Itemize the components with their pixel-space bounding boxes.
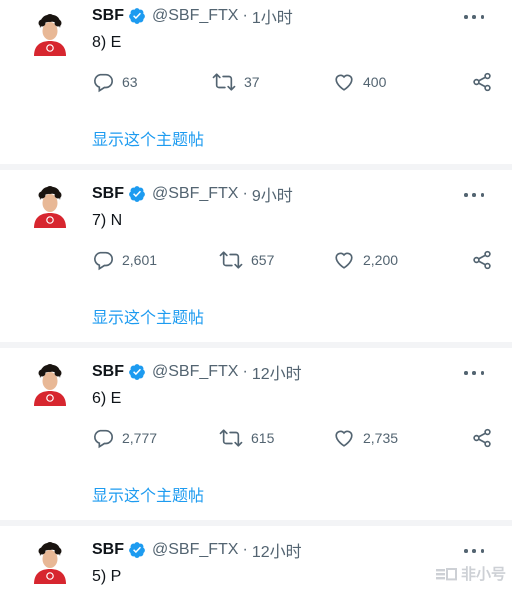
reply-button[interactable]: 63 (92, 71, 138, 93)
verified-badge-icon (128, 185, 146, 203)
verified-badge-icon (128, 7, 146, 25)
share-icon[interactable] (471, 427, 493, 454)
timestamp[interactable]: 12小时 (252, 360, 302, 384)
avatar[interactable] (30, 12, 70, 56)
tweet[interactable]: SBF @SBF_FTX · 9小时 7) N 2,601 657 2,200 (0, 170, 512, 342)
separator-dot: · (242, 7, 248, 24)
show-thread-link[interactable]: 显示这个主题帖 (92, 126, 204, 150)
action-bar: 2,777 615 2,735 (92, 427, 492, 449)
timestamp[interactable]: 9小时 (252, 182, 293, 206)
display-name[interactable]: SBF (92, 363, 124, 381)
display-name[interactable]: SBF (92, 541, 124, 559)
avatar-image (30, 12, 70, 56)
avatar-image (30, 362, 70, 406)
tweet-text: 5) P (92, 568, 122, 585)
share-icon[interactable] (471, 249, 493, 276)
reply-count: 2,601 (122, 252, 158, 268)
tweet-header: SBF @SBF_FTX · 12小时 (92, 361, 302, 383)
tweet[interactable]: SBF @SBF_FTX · 12小时 6) E 2,777 615 2,735 (0, 348, 512, 520)
share-icon[interactable] (471, 71, 493, 98)
retweet-count: 37 (244, 74, 260, 90)
retweet-button[interactable]: 615 (219, 427, 274, 449)
reply-count: 63 (122, 74, 138, 90)
watermark-logo-icon (435, 567, 457, 580)
avatar[interactable] (30, 540, 70, 584)
like-button[interactable]: 400 (333, 71, 386, 93)
retweet-count: 657 (251, 252, 275, 268)
reply-count: 2,777 (122, 430, 158, 446)
separator-dot: · (242, 541, 248, 558)
tweet-text: 7) N (92, 212, 123, 229)
verified-badge-icon (128, 363, 146, 381)
retweet-button[interactable]: 657 (219, 249, 274, 271)
like-button[interactable]: 2,735 (333, 427, 398, 449)
watermark: 非小号 (435, 563, 506, 584)
avatar-image (30, 540, 70, 584)
like-count: 400 (363, 74, 387, 90)
reply-icon (92, 71, 114, 93)
more-icon[interactable] (464, 366, 484, 380)
tweet-header: SBF @SBF_FTX · 9小时 (92, 183, 293, 205)
heart-icon (333, 249, 355, 271)
separator-dot: · (242, 185, 248, 202)
handle[interactable]: @SBF_FTX (152, 363, 238, 381)
action-bar: 63 37 400 (92, 71, 492, 93)
heart-icon (333, 427, 355, 449)
tweet[interactable]: SBF @SBF_FTX · 1小时 8) E 63 37 400 显示这个主题… (0, 0, 512, 162)
retweet-icon (219, 427, 243, 449)
reply-button[interactable]: 2,601 (92, 249, 157, 271)
handle[interactable]: @SBF_FTX (152, 7, 238, 25)
reply-button[interactable]: 2,777 (92, 427, 157, 449)
retweet-icon (212, 71, 236, 93)
tweet-header: SBF @SBF_FTX · 12小时 (92, 539, 302, 561)
reply-icon (92, 427, 114, 449)
more-icon[interactable] (464, 188, 484, 202)
watermark-text: 非小号 (460, 566, 506, 583)
handle[interactable]: @SBF_FTX (152, 185, 238, 203)
timestamp[interactable]: 12小时 (252, 538, 302, 562)
like-button[interactable]: 2,200 (333, 249, 398, 271)
retweet-count: 615 (251, 430, 275, 446)
tweet-text: 6) E (92, 390, 122, 407)
show-thread-link[interactable]: 显示这个主题帖 (92, 482, 204, 506)
verified-badge-icon (128, 541, 146, 559)
show-thread-link[interactable]: 显示这个主题帖 (92, 304, 204, 328)
heart-icon (333, 71, 355, 93)
retweet-icon (219, 249, 243, 271)
separator-dot: · (242, 363, 248, 380)
tweet-feed: SBF @SBF_FTX · 1小时 8) E 63 37 400 显示这个主题… (0, 0, 512, 590)
avatar[interactable] (30, 184, 70, 228)
timestamp[interactable]: 1小时 (252, 4, 293, 28)
handle[interactable]: @SBF_FTX (152, 541, 238, 559)
display-name[interactable]: SBF (92, 7, 124, 25)
avatar[interactable] (30, 362, 70, 406)
avatar-image (30, 184, 70, 228)
retweet-button[interactable]: 37 (212, 71, 260, 93)
tweet-text: 8) E (92, 34, 122, 51)
like-count: 2,200 (363, 252, 399, 268)
display-name[interactable]: SBF (92, 185, 124, 203)
reply-icon (92, 249, 114, 271)
like-count: 2,735 (363, 430, 399, 446)
action-bar: 2,601 657 2,200 (92, 249, 492, 271)
tweet-header: SBF @SBF_FTX · 1小时 (92, 5, 293, 27)
more-icon[interactable] (464, 10, 484, 24)
more-icon[interactable] (464, 544, 484, 558)
